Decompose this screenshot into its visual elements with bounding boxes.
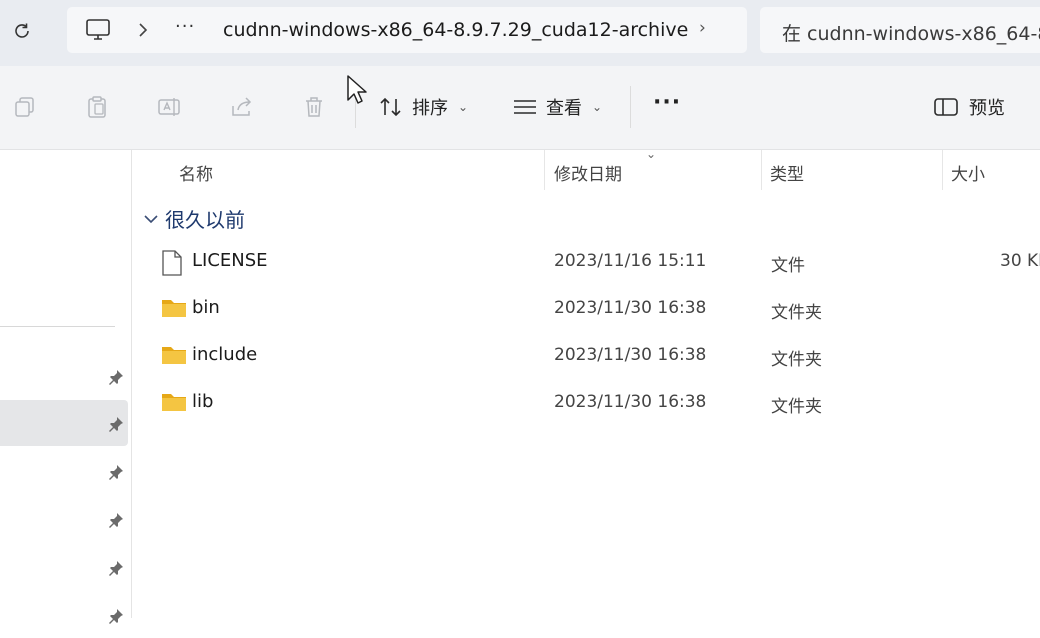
- mouse-cursor-icon: [347, 75, 367, 104]
- quick-access-item[interactable]: [0, 448, 128, 494]
- delete-icon[interactable]: [301, 94, 327, 120]
- chevron-down-icon: [144, 214, 158, 223]
- folder-icon: [162, 394, 186, 411]
- column-header-size[interactable]: 大小: [951, 160, 985, 185]
- file-icon: [162, 250, 182, 276]
- chevron-down-icon: ⌄: [458, 100, 469, 114]
- pin-icon[interactable]: [108, 369, 124, 385]
- chevron-down-icon: ⌄: [592, 100, 603, 114]
- folder-date: 2023/11/30 16:38: [554, 298, 707, 318]
- folder-icon: [162, 347, 186, 364]
- rename-icon[interactable]: [156, 94, 182, 120]
- folder-row[interactable]: include 2023/11/30 16:38 文件夹: [131, 333, 1040, 379]
- navigation-pane: [0, 150, 132, 624]
- folder-name: bin: [192, 297, 220, 318]
- folder-type: 文件夹: [771, 350, 822, 370]
- search-placeholder: 在 cudnn-windows-x86_64-8.9.7.29_cuda12-a…: [782, 23, 1040, 45]
- folder-name: include: [192, 344, 258, 365]
- sort-label: 排序: [412, 98, 448, 119]
- view-button[interactable]: 查看 ⌄: [512, 90, 602, 124]
- paste-icon[interactable]: [84, 94, 110, 120]
- column-resize-handle[interactable]: [942, 150, 943, 190]
- folder-date: 2023/11/30 16:38: [554, 345, 707, 365]
- column-header-name[interactable]: 名称: [179, 160, 213, 185]
- quick-access-item[interactable]: [0, 544, 128, 590]
- address-bar[interactable]: ··· cudnn-windows-x86_64-8.9.7.29_cuda12…: [67, 7, 747, 53]
- folder-date: 2023/11/30 16:38: [554, 392, 707, 412]
- folder-row[interactable]: lib 2023/11/30 16:38 文件夹: [131, 380, 1040, 426]
- file-size: 30 KB: [1000, 251, 1040, 271]
- chevron-right-icon[interactable]: [137, 22, 149, 38]
- more-options-button[interactable]: ···: [653, 90, 681, 115]
- preview-pane-icon: [934, 98, 958, 116]
- folder-type: 文件夹: [771, 397, 822, 417]
- breadcrumb-current-folder[interactable]: cudnn-windows-x86_64-8.9.7.29_cuda12-arc…: [223, 19, 688, 41]
- sidebar-divider: [0, 326, 115, 327]
- file-name: LICENSE: [192, 250, 268, 271]
- search-input[interactable]: 在 cudnn-windows-x86_64-8.9.7.29_cuda12-a…: [760, 7, 1040, 53]
- folder-row[interactable]: bin 2023/11/30 16:38 文件夹: [131, 286, 1040, 332]
- command-bar: 排序 ⌄ 查看 ⌄ ··· 预览: [0, 66, 1040, 150]
- pin-icon[interactable]: [108, 512, 124, 528]
- quick-access-item[interactable]: [0, 496, 128, 542]
- view-list-icon: [514, 100, 536, 114]
- column-header-date[interactable]: 修改日期: [554, 160, 622, 185]
- share-icon[interactable]: [229, 94, 255, 120]
- sort-button[interactable]: 排序 ⌄: [378, 90, 468, 124]
- preview-pane-button[interactable]: 预览: [933, 90, 1005, 124]
- pin-icon[interactable]: [108, 560, 124, 576]
- folder-type: 文件夹: [771, 303, 822, 323]
- file-type: 文件: [771, 256, 805, 276]
- pin-icon[interactable]: [108, 608, 124, 624]
- address-area: ··· cudnn-windows-x86_64-8.9.7.29_cuda12…: [0, 0, 1040, 66]
- refresh-icon: [15, 23, 29, 38]
- file-row[interactable]: LICENSE 2023/11/16 15:11 文件 30 KB: [131, 239, 1040, 285]
- toolbar-separator: [630, 86, 631, 128]
- folder-icon: [162, 300, 186, 317]
- file-date: 2023/11/16 15:11: [554, 251, 707, 271]
- sort-indicator-icon: ⌄: [646, 147, 657, 161]
- column-header-row: 名称 修改日期 类型 大小: [131, 150, 1040, 190]
- computer-icon: [86, 19, 110, 40]
- pin-icon[interactable]: [108, 464, 124, 480]
- sort-icon: [380, 97, 401, 117]
- group-label: 很久以前: [165, 208, 245, 232]
- pin-icon[interactable]: [108, 416, 124, 432]
- breadcrumb-more-button[interactable]: ···: [175, 16, 195, 37]
- column-resize-handle[interactable]: [761, 150, 762, 190]
- column-resize-handle[interactable]: [544, 150, 545, 190]
- refresh-button[interactable]: [8, 17, 36, 45]
- quick-access-item[interactable]: [0, 592, 128, 638]
- preview-label: 预览: [969, 98, 1005, 119]
- quick-access-item[interactable]: [0, 353, 128, 399]
- folder-name: lib: [192, 391, 214, 412]
- column-header-type[interactable]: 类型: [770, 160, 804, 185]
- group-header[interactable]: 很久以前: [143, 204, 245, 233]
- view-label: 查看: [546, 98, 582, 119]
- breadcrumb-separator[interactable]: ›: [699, 18, 706, 38]
- copy-icon[interactable]: [12, 94, 38, 120]
- quick-access-item-selected[interactable]: [0, 400, 128, 446]
